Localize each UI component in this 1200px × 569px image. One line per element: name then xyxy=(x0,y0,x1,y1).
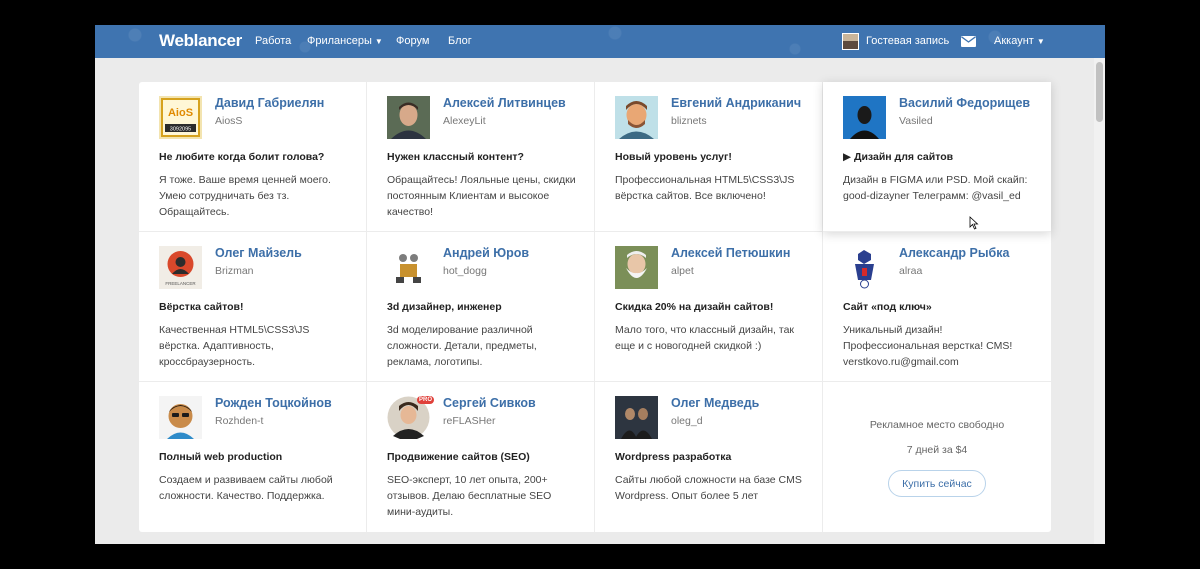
avatar[interactable] xyxy=(615,96,658,139)
avatar[interactable]: AioS 3092095 xyxy=(159,96,202,139)
freelancer-login: AlexeyLit xyxy=(443,115,486,127)
freelancer-name[interactable]: Олег Майзель xyxy=(215,246,302,260)
avatar[interactable] xyxy=(615,246,658,289)
mail-icon[interactable] xyxy=(961,36,976,47)
nav-link-freelancers-label: Фрилансеры xyxy=(307,35,372,47)
freelancer-name[interactable]: Алексей Петюшкин xyxy=(671,246,790,260)
mouse-cursor-icon xyxy=(969,216,979,230)
card-headline: Новый уровень услуг! xyxy=(615,151,732,163)
freelancer-card[interactable]: Андрей Юров hot_dogg 3d дизайнер, инжене… xyxy=(367,232,595,382)
nav-link-forum[interactable]: Форум xyxy=(396,35,429,47)
guest-account-link[interactable]: Гостевая запись xyxy=(866,35,949,47)
avatar[interactable] xyxy=(387,96,430,139)
card-headline: Вёрстка сайтов! xyxy=(159,301,244,313)
nav-link-jobs[interactable]: Работа xyxy=(255,35,291,47)
ad-price: 7 дней за $4 xyxy=(906,444,968,456)
ad-title: Рекламное место свободно xyxy=(869,419,1005,431)
freelancer-login: hot_dogg xyxy=(443,265,487,277)
card-headline: Не любите когда болит голова? xyxy=(159,151,325,163)
ad-card: Рекламное место свободно 7 дней за $4 Ку… xyxy=(823,382,1051,532)
scrollbar-thumb[interactable] xyxy=(1096,62,1103,122)
freelancer-name[interactable]: Олег Медведь xyxy=(671,396,759,410)
card-headline: Продвижение сайтов (SEO) xyxy=(387,451,530,463)
freelancer-card[interactable]: Олег Медведь oleg_d Wordpress разработка… xyxy=(595,382,823,532)
account-menu[interactable]: Аккаунт ▼ xyxy=(994,35,1045,47)
freelancer-name[interactable]: Василий Федорищев xyxy=(899,96,1030,110)
freelancer-card[interactable]: PRO Сергей Сивков reFLASHer Продвижение … xyxy=(367,382,595,532)
site-logo[interactable]: Weblancer xyxy=(159,31,242,51)
avatar[interactable] xyxy=(159,396,202,439)
freelancer-grid: AioS 3092095 Давид Габриелян AiosS Не лю… xyxy=(139,82,1051,532)
avatar-logo-text: AioS xyxy=(168,107,193,119)
card-headline: Нужен классный контент? xyxy=(387,151,524,163)
freelancer-login: Vasiled xyxy=(899,115,933,127)
card-description: 3d моделирование различной сложности. Де… xyxy=(387,324,537,368)
avatar-logo-number: 3092095 xyxy=(170,127,191,133)
freelancer-login: alpet xyxy=(671,265,694,277)
avatar[interactable] xyxy=(387,246,430,289)
buy-now-button[interactable]: Купить сейчас xyxy=(888,470,986,497)
freelancer-login: Rozhden-t xyxy=(215,415,264,427)
nav-link-blog[interactable]: Блог xyxy=(448,35,472,47)
freelancer-name[interactable]: Алексей Литвинцев xyxy=(443,96,566,110)
freelancer-card[interactable]: Василий Федорищев Vasiled ▶ Дизайн для с… xyxy=(823,82,1051,232)
card-headline: Wordpress разработка xyxy=(615,451,732,463)
card-description: SEO-эксперт, 10 лет опыта, 200+ отзывов.… xyxy=(387,474,552,518)
card-description: Мало того, что классный дизайн, так еще … xyxy=(615,324,795,352)
avatar[interactable] xyxy=(843,246,886,289)
top-navbar: Weblancer Работа Фрилансеры ▼ Форум Блог … xyxy=(95,25,1105,58)
freelancer-card[interactable]: Евгений Андриканич bliznets Новый уровен… xyxy=(595,82,823,232)
freelancer-name[interactable]: Андрей Юров xyxy=(443,246,529,260)
page-scrollbar[interactable] xyxy=(1094,58,1105,544)
freelancer-login: alraa xyxy=(899,265,923,277)
avatar[interactable] xyxy=(615,396,658,439)
freelancer-name[interactable]: Рожден Тоцкойнов xyxy=(215,396,332,410)
freelancer-name[interactable]: Александр Рыбка xyxy=(899,246,1009,260)
freelancer-login: reFLASHer xyxy=(443,415,496,427)
freelancer-card[interactable]: Александр Рыбка alraa Сайт «под ключ» Ун… xyxy=(823,232,1051,382)
pro-badge: PRO xyxy=(417,396,435,404)
card-headline: 3d дизайнер, инженер xyxy=(387,301,502,313)
card-description: Качественная HTML5\CSS3\JS вёрстка. Адап… xyxy=(159,324,310,368)
chevron-down-icon: ▼ xyxy=(1036,37,1045,46)
card-description: Сайты любой сложности на базе CMS Wordpr… xyxy=(615,474,802,502)
freelancer-login: AiosS xyxy=(215,115,243,127)
freelancer-card[interactable]: Рожден Тоцкойнов Rozhden-t Полный web pr… xyxy=(139,382,367,532)
card-headline: ▶ Дизайн для сайтов xyxy=(843,151,954,163)
freelancer-card[interactable]: Алексей Литвинцев AlexeyLit Нужен классн… xyxy=(367,82,595,232)
chevron-down-icon: ▼ xyxy=(374,37,383,46)
avatar[interactable]: FREELANCER xyxy=(159,246,202,289)
nav-link-freelancers[interactable]: Фрилансеры ▼ xyxy=(307,35,383,47)
freelancer-card[interactable]: AioS 3092095 Давид Габриелян AiosS Не лю… xyxy=(139,82,367,232)
browser-viewport: Weblancer Работа Фрилансеры ▼ Форум Блог … xyxy=(95,25,1105,544)
card-description: Уникальный дизайн! Профессиональная верс… xyxy=(843,324,1013,368)
account-menu-label: Аккаунт xyxy=(994,35,1034,47)
card-description: Обращайтесь! Лояльные цены, скидки посто… xyxy=(387,174,576,218)
freelancer-name[interactable]: Давид Габриелян xyxy=(215,96,324,110)
freelancer-name[interactable]: Евгений Андриканич xyxy=(671,96,801,110)
freelancer-name[interactable]: Сергей Сивков xyxy=(443,396,536,410)
card-headline: Сайт «под ключ» xyxy=(843,301,932,313)
avatar[interactable] xyxy=(843,96,886,139)
freelancer-login: Brizman xyxy=(215,265,254,277)
card-headline: Полный web production xyxy=(159,451,283,463)
avatar-caption: FREELANCER xyxy=(165,281,196,286)
card-description: Я тоже. Ваше время ценней моего. Умею со… xyxy=(159,174,331,218)
freelancer-login: bliznets xyxy=(671,115,707,127)
card-description: Дизайн в FIGMA или PSD. Мой скайп: good-… xyxy=(843,174,1028,202)
card-description: Создаем и развиваем сайты любой сложност… xyxy=(159,474,333,502)
card-description: Профессиональная HTML5\CSS3\JS вёрстка с… xyxy=(615,174,795,202)
freelancer-login: oleg_d xyxy=(671,415,703,427)
card-headline: Скидка 20% на дизайн сайтов! xyxy=(615,301,774,313)
freelancer-card[interactable]: Алексей Петюшкин alpet Скидка 20% на диз… xyxy=(595,232,823,382)
guest-avatar[interactable] xyxy=(842,33,859,50)
freelancer-card[interactable]: FREELANCER Олег Майзель Brizman Вёрстка … xyxy=(139,232,367,382)
